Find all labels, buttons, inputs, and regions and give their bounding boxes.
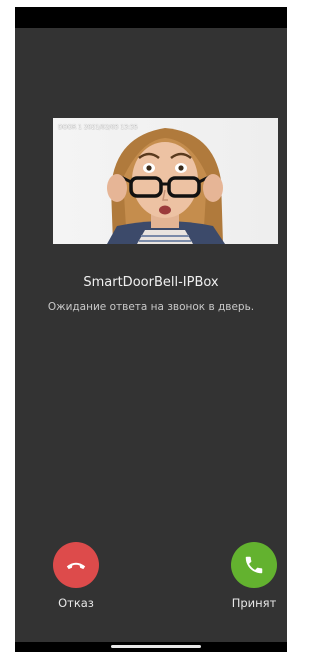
call-status-text: Ожидание ответа на звонок в дверь.: [47, 301, 255, 313]
accept-label: Принят: [231, 596, 277, 610]
snapshot-timestamp: DOOR 1 2021/02/03 13:35: [58, 124, 138, 131]
phone-answer-icon: [245, 556, 263, 574]
decline-label: Отказ: [58, 596, 94, 610]
visitor-image: [53, 118, 278, 244]
navigation-bar: [15, 642, 287, 652]
accept-button[interactable]: [231, 542, 277, 588]
status-bar: [15, 7, 287, 28]
home-indicator[interactable]: [111, 645, 201, 648]
incoming-call-screen: DOOR 1 2021/02/03 13:35 SmartDoorBell-IP…: [15, 7, 287, 652]
doorbell-camera-snapshot: DOOR 1 2021/02/03 13:35: [53, 118, 278, 244]
caller-name: SmartDoorBell-IPBox: [83, 275, 219, 290]
decline-button[interactable]: [53, 542, 99, 588]
phone-hangup-icon: [66, 562, 86, 570]
